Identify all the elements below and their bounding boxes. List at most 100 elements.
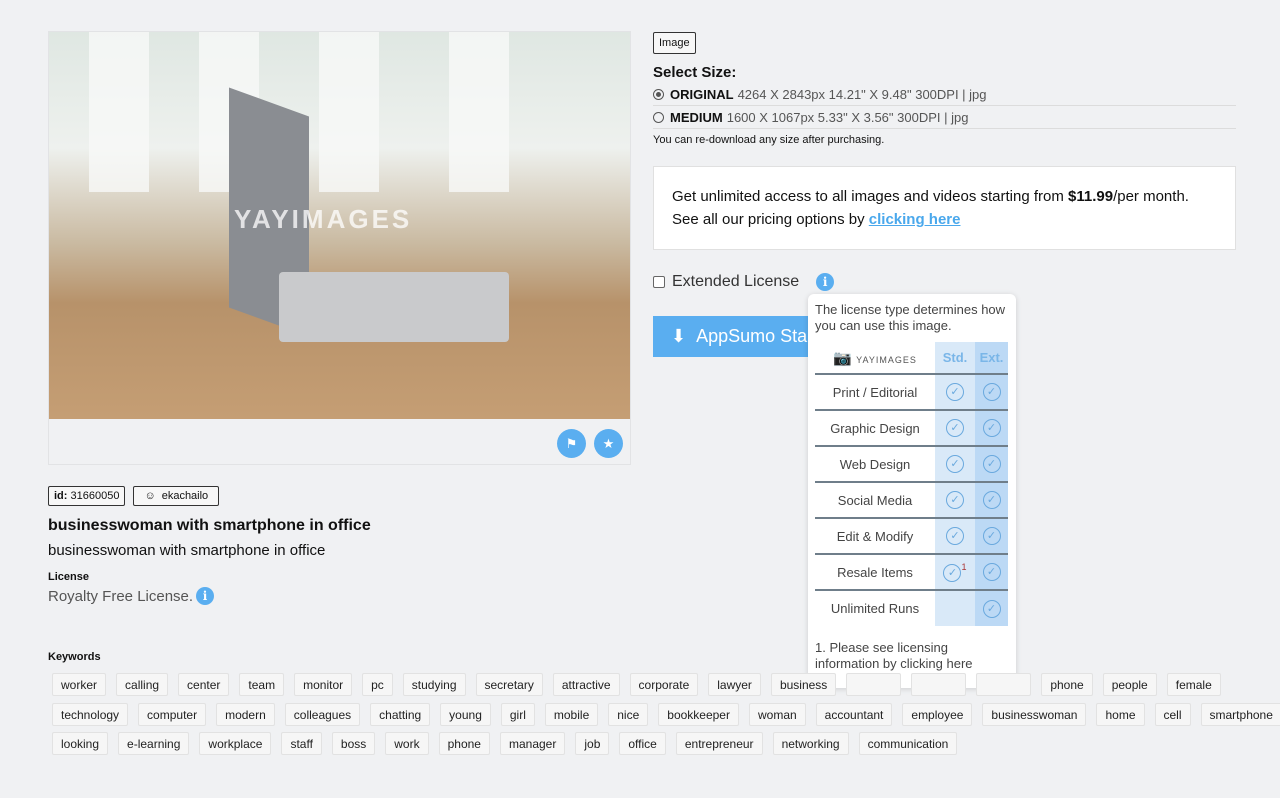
pricing-link[interactable]: clicking here (869, 211, 961, 228)
keyword-tag[interactable]: woman (748, 703, 806, 726)
license-comparison-table: 📷 YAYIMAGES Std. Ext. Print / Editorial ✓ ✓ G… (815, 342, 1008, 626)
license-use-label: Web Design (815, 446, 935, 483)
keyword-tag[interactable]: work (385, 732, 429, 755)
keyword-tag[interactable]: team (239, 673, 285, 696)
keyword-tag[interactable] (976, 673, 1032, 696)
add-to-collection-button[interactable]: ★ (594, 429, 623, 458)
keyword-tag[interactable]: center (178, 673, 230, 696)
license-use-label: Graphic Design (815, 410, 935, 447)
author-badge[interactable]: ☺ ekachailo (133, 486, 220, 506)
license-row: Edit & Modify ✓ ✓ (815, 518, 1008, 555)
check-icon: ✓ (982, 455, 1001, 473)
extended-license-info-icon[interactable]: i (816, 273, 835, 291)
keyword-tag[interactable]: business (770, 673, 837, 696)
radio-medium[interactable] (653, 111, 664, 123)
keyword-tag[interactable]: job (575, 732, 610, 755)
info-icon[interactable]: i (196, 587, 215, 605)
select-size-heading: Select Size: (653, 64, 737, 81)
keyword-row: looking e-learning workplace staff boss work p… (52, 732, 958, 755)
keyword-tag[interactable]: computer (138, 703, 207, 726)
media-type-badge: Image (653, 32, 696, 54)
keyword-tag[interactable]: studying (402, 673, 466, 696)
keyword-tag[interactable]: manager (499, 732, 566, 755)
keyword-tag[interactable] (846, 673, 902, 696)
folder-star-icon: ★ (602, 435, 615, 451)
keyword-tag[interactable]: monitor (294, 673, 353, 696)
ext-cell: ✓ (975, 590, 1008, 626)
ext-header: Ext. (975, 342, 1008, 375)
license-info-popup: The license type determines how you can … (808, 294, 1016, 688)
popup-footnote[interactable]: 1. Please see licensing information by c… (815, 640, 1009, 672)
keyword-tag[interactable]: businesswoman (982, 703, 1087, 726)
download-button[interactable]: ⬇ AppSumo Sta (653, 316, 813, 357)
keyword-tag[interactable]: networking (772, 732, 849, 755)
keyword-tag[interactable]: lawyer (708, 673, 761, 696)
flag-icon: ⚑ (565, 435, 578, 451)
watermark: YAYIMAGES (234, 204, 413, 234)
keyword-tag[interactable]: home (1096, 703, 1145, 726)
user-icon: ☺ (144, 490, 156, 502)
keyword-tag[interactable]: mobile (544, 703, 599, 726)
keyword-tag[interactable]: worker (52, 673, 107, 696)
keyword-tag[interactable]: nice (608, 703, 649, 726)
license-use-label: Edit & Modify (815, 518, 935, 555)
keyword-tag[interactable]: people (1102, 673, 1157, 696)
keyword-tag[interactable] (911, 673, 967, 696)
keyword-tag[interactable]: phone (1041, 673, 1093, 696)
license-row: Unlimited Runs ✓ (815, 590, 1008, 626)
keyword-tag[interactable]: employee (902, 703, 973, 726)
keyword-tag[interactable]: entrepreneur (675, 732, 763, 755)
keyword-tag[interactable]: attractive (552, 673, 620, 696)
size-option-medium[interactable]: MEDIUM 1600 X 1067px 5.33" X 3.56" 300DPI… (653, 106, 1236, 129)
check-icon: ✓ (943, 563, 962, 582)
keyword-tag[interactable]: pc (362, 673, 393, 696)
std-cell: ✓ 1 (935, 554, 975, 591)
extended-license-label: Extended License (672, 273, 800, 290)
keyword-tag[interactable]: chatting (370, 703, 431, 726)
keyword-tag[interactable]: communication (858, 732, 958, 755)
keyword-tag[interactable]: office (619, 732, 666, 755)
ext-cell: ✓ (975, 410, 1008, 447)
keyword-tag[interactable]: workplace (199, 732, 272, 755)
keyword-tag[interactable]: calling (116, 673, 169, 696)
ext-cell: ✓ (975, 482, 1008, 519)
keyword-tag[interactable]: corporate (629, 673, 699, 696)
check-icon: ✓ (946, 455, 964, 473)
keyword-tag[interactable]: staff (281, 732, 322, 755)
keywords-label: Keywords (48, 651, 101, 663)
report-flag-button[interactable]: ⚑ (557, 429, 586, 458)
ext-cell: ✓ (975, 554, 1008, 591)
keyword-tag[interactable]: bookkeeper (658, 703, 739, 726)
keyword-tag[interactable]: modern (216, 703, 275, 726)
keyword-tag[interactable]: e-learning (118, 732, 190, 755)
check-icon: ✓ (946, 491, 964, 509)
keyword-tag[interactable]: colleagues (284, 703, 361, 726)
extended-license-checkbox[interactable] (653, 276, 665, 288)
keyword-tag[interactable]: female (1166, 673, 1221, 696)
license-use-label: Social Media (815, 482, 935, 519)
license-type: Royalty Free License. (48, 587, 194, 605)
check-icon: ✓ (946, 419, 964, 437)
keyword-tag[interactable]: young (440, 703, 491, 726)
std-cell: ✓ (935, 374, 975, 411)
footnote-marker: 1 (961, 562, 967, 573)
size-option-original[interactable]: ORIGINAL 4264 X 2843px 14.21" X 9.48" 300… (653, 83, 1236, 106)
preview-image: YAYIMAGES (49, 32, 630, 419)
license-label: License (48, 571, 89, 583)
keyword-tag[interactable]: technology (52, 703, 129, 726)
radio-original[interactable] (653, 88, 664, 100)
keyword-tag[interactable]: smartphone (1200, 703, 1280, 726)
check-icon: ✓ (946, 527, 964, 545)
popup-intro: The license type determines how you can … (815, 302, 1006, 333)
check-icon: ✓ (946, 383, 964, 401)
keyword-tag[interactable]: looking (52, 732, 109, 755)
keyword-tag[interactable]: phone (438, 732, 490, 755)
keyword-tag[interactable]: accountant (815, 703, 893, 726)
license-use-label: Resale Items (815, 554, 935, 591)
keyword-tag[interactable]: secretary (475, 673, 543, 696)
std-cell: ✓ (935, 518, 975, 555)
keyword-tag[interactable]: girl (500, 703, 535, 726)
keyword-tag[interactable]: cell (1154, 703, 1191, 726)
keyword-tag[interactable]: boss (331, 732, 376, 755)
license-row: Resale Items ✓ 1 ✓ (815, 554, 1008, 591)
